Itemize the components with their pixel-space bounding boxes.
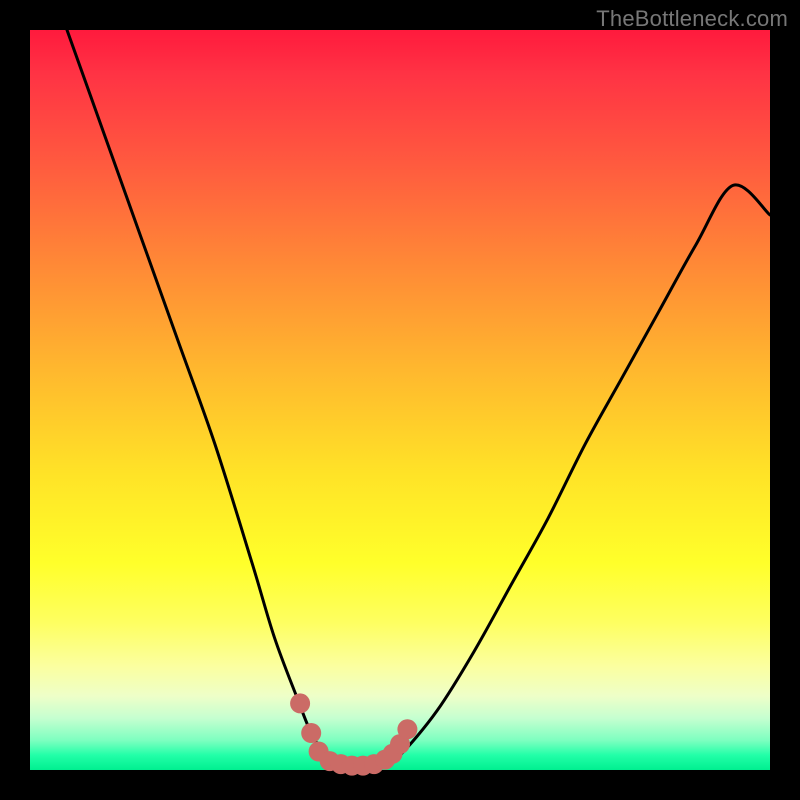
chart-svg: [30, 30, 770, 770]
bottleneck-curve: [67, 30, 770, 767]
valley-marker: [397, 719, 417, 739]
valley-marker: [301, 723, 321, 743]
chart-frame: TheBottleneck.com: [0, 0, 800, 800]
valley-marker: [290, 693, 310, 713]
valley-marker-group: [290, 693, 417, 775]
watermark-text: TheBottleneck.com: [596, 6, 788, 32]
plot-area: [30, 30, 770, 770]
